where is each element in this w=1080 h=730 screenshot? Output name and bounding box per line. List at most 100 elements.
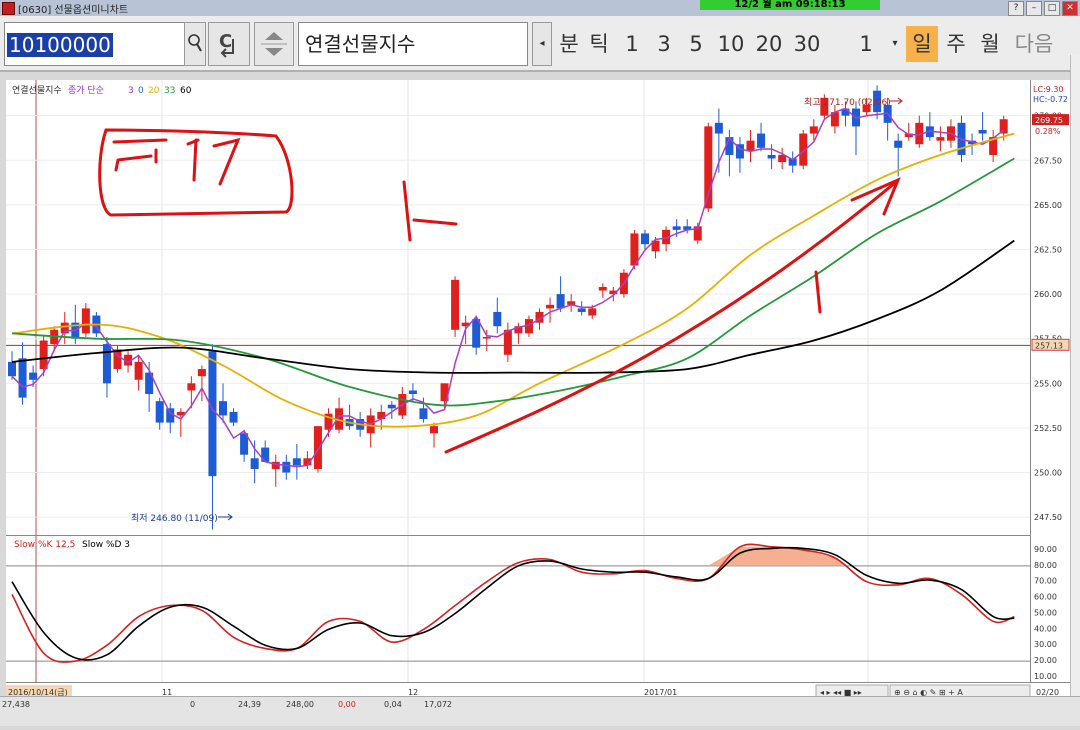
code-value: 10100000 (7, 33, 113, 57)
horizontal-gridlines (6, 115, 1030, 518)
window-title: [0630] 선물옵션미니차트 (18, 5, 129, 16)
period-day-button[interactable]: 일 (906, 26, 938, 62)
candle-body (18, 358, 27, 398)
bottom-status-bar: 27,438 0 24,39 248,00 0,00 0,04 17,072 (0, 696, 1080, 726)
candle-body (419, 408, 428, 420)
interval-5-button[interactable]: 5 (682, 26, 710, 62)
lc-label: LC:9.30 (1033, 85, 1064, 94)
candle-body (219, 401, 227, 416)
legend-ma-label: 종가 단순 (68, 85, 104, 96)
osc-axis-tick: 10.00 (1034, 672, 1057, 681)
candle-body (208, 351, 217, 477)
candle-body (767, 154, 776, 159)
osc-axis-tick: 60.00 (1034, 593, 1057, 602)
instrument-name-field[interactable]: 연결선물지수 (298, 22, 528, 66)
help-icon[interactable]: ? (1008, 1, 1024, 16)
candle-body (282, 461, 291, 473)
spin-button[interactable] (254, 22, 294, 66)
osc-axis-tick: 50.00 (1034, 609, 1057, 618)
clock-display: 12/2 월 am 09:18:13 (700, 0, 880, 10)
candle-body (8, 361, 16, 377)
period-month-button[interactable]: 월 (974, 26, 1006, 62)
left-arrow-button[interactable]: ◂ (532, 22, 552, 66)
price-chart[interactable]: 연결선물지수 종가 단순 3 0 20 33 60 최고 271.70 (02/… (6, 80, 1030, 535)
minimize-icon[interactable]: – (1026, 1, 1042, 16)
price-axis-tick: 250.00 (1034, 469, 1062, 478)
price-axis-tick: 265.00 (1034, 201, 1062, 210)
price-axis-tick: 267.50 (1034, 156, 1062, 165)
unit-tick-button[interactable]: 틱 (584, 26, 614, 62)
legend-ma-period-3: 3 (128, 86, 134, 96)
candle-body (81, 308, 90, 334)
bottom-value-6: 17,072 (424, 700, 452, 709)
price-axis-tick: 255.00 (1034, 379, 1062, 388)
search-icon (188, 34, 202, 52)
legend-ma-period-60: 60 (180, 86, 192, 96)
price-axis-tick: 252.50 (1034, 424, 1062, 433)
candle-body (641, 233, 649, 245)
close-icon[interactable]: ✕ (1062, 1, 1078, 16)
price-axis-tick: 262.50 (1034, 246, 1062, 255)
legend-ma-period-33: 33 (164, 86, 175, 96)
candle-body (894, 140, 903, 148)
window-controls: ? – □ ✕ (1008, 1, 1078, 16)
candle-body (408, 390, 417, 395)
axis-labels: 270.00267.50265.00262.50260.00257.50255.… (1031, 85, 1070, 681)
stochastic-chart[interactable]: Slow %K 12,5 Slow %D 3 (6, 536, 1030, 683)
candle-body (936, 137, 945, 141)
candle-body (39, 340, 48, 370)
low-arrow-icon (218, 513, 233, 521)
candle-body (472, 319, 481, 348)
bottom-value-3: 248,00 (286, 700, 314, 709)
osc-axis-tick: 70.00 (1034, 577, 1057, 586)
candle-body (809, 126, 818, 134)
candle-body (503, 329, 512, 355)
stochastic-panel[interactable]: Slow %K 12,5 Slow %D 3 (6, 535, 1030, 683)
interval-10-button[interactable]: 10 (714, 26, 748, 62)
slow-d-label: Slow %D 3 (82, 540, 130, 550)
candle-body (714, 122, 723, 134)
unit-minute-button[interactable]: 분 (554, 26, 584, 62)
code-input[interactable]: 10100000 ▼ (4, 22, 200, 66)
candle-body (598, 286, 607, 291)
legend-ma-period-0: 0 (138, 86, 144, 96)
candle-body (577, 308, 586, 312)
candle-body (757, 133, 766, 148)
maximize-icon[interactable]: □ (1044, 1, 1060, 16)
interval-30-button[interactable]: 30 (790, 26, 824, 62)
candle-body (261, 447, 270, 462)
candle-body (387, 404, 396, 409)
reference-price-label: 257.13 (1035, 341, 1063, 350)
candle-body (155, 401, 164, 423)
slow-k-label: Slow %K 12,5 (14, 540, 75, 550)
osc-axis-tick: 30.00 (1034, 640, 1057, 649)
candle-body (229, 411, 238, 423)
candle-body (546, 304, 555, 309)
candle-body (250, 458, 259, 469)
up-down-arrow-icon (261, 32, 287, 56)
candles (8, 85, 1008, 530)
count-dropdown-icon[interactable]: ▾ (886, 26, 904, 62)
candle-body (451, 279, 460, 330)
interval-3-button[interactable]: 3 (650, 26, 678, 62)
candle-body (978, 129, 987, 134)
next-button[interactable]: 다음 (1010, 26, 1058, 62)
price-chart-panel[interactable]: 연결선물지수 종가 단순 3 0 20 33 60 최고 271.70 (02/… (6, 80, 1030, 535)
count-field[interactable]: 1 (846, 26, 886, 62)
candle-body (292, 458, 301, 466)
candle-body (746, 140, 755, 152)
candle-body (102, 344, 111, 384)
period-week-button[interactable]: 주 (940, 26, 972, 62)
interval-20-button[interactable]: 20 (752, 26, 786, 62)
clear-enter-icon: C (219, 31, 234, 58)
interval-1-button[interactable]: 1 (618, 26, 646, 62)
chart-toolbar: 10100000 ▼ C 연결선물지수 ◂ 분 틱 1 3 5 10 20 30… (0, 16, 1080, 72)
title-bar: [0630] 선물옵션미니차트 12/2 월 am 09:18:13 ? – □… (0, 0, 1080, 16)
reset-button[interactable]: C (208, 22, 250, 66)
side-scroll-strip[interactable] (1070, 55, 1080, 725)
search-button[interactable] (184, 22, 206, 66)
bottom-value-0: 27,438 (2, 700, 30, 709)
high-annotation: 최고 271.70 (02/06) (804, 97, 891, 108)
candle-body (29, 372, 38, 380)
current-price-label: 269.75 (1035, 116, 1063, 125)
